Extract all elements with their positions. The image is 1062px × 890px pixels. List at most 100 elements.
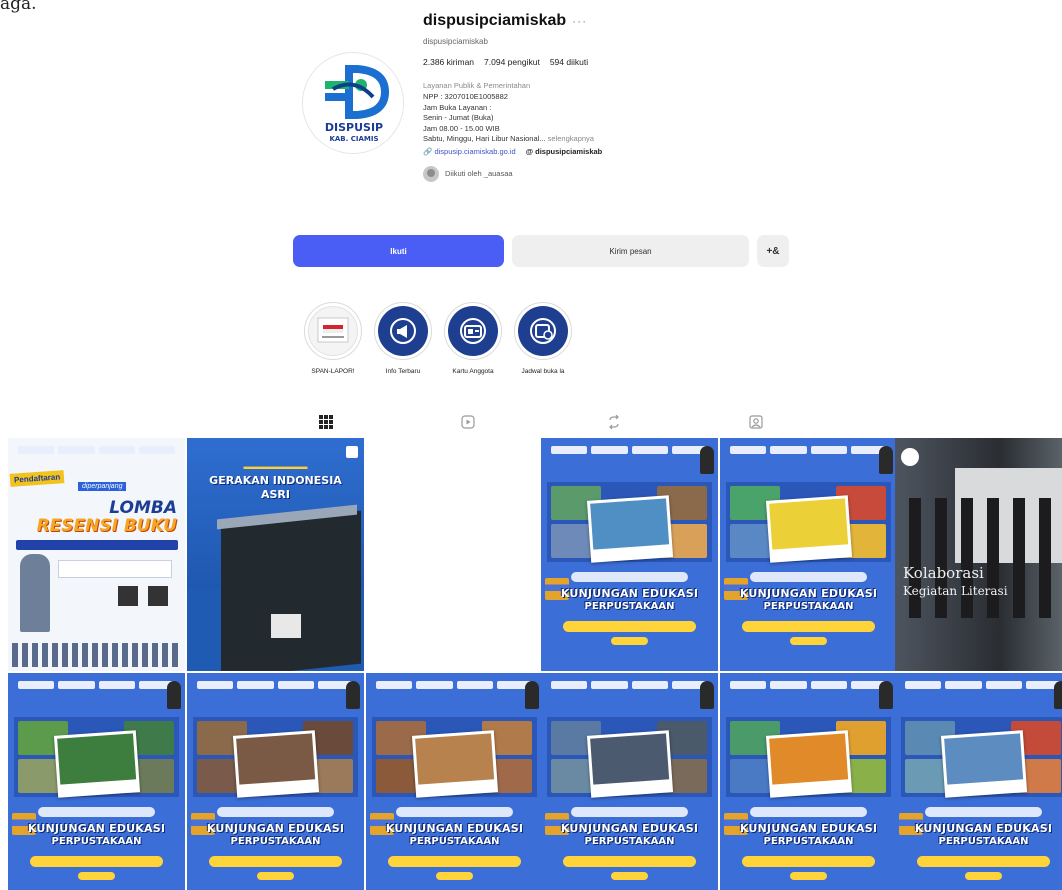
highlight-jadwal-buka[interactable]: Jadwal buka la — [510, 302, 576, 375]
kolaborasi-subtitle: Kegiatan Literasi — [903, 584, 1008, 598]
post-kunjungan[interactable]: KUNJUNGAN EDUKASI PERPUSTAKAAN — [366, 673, 543, 890]
follower-avatar — [423, 165, 439, 182]
gerakan-pre: ▬▬▬▬▬▬▬▬ — [243, 462, 308, 471]
instagram-profile-page: aga. DISPUSIP KAB. CIAMIS dispusipciamis… — [0, 0, 1062, 890]
document-flag-icon — [317, 317, 349, 343]
extended-label: diperpanjang — [78, 482, 127, 491]
profile-links: 🔗 dispusip.ciamiskab.go.id @ dispusipcia… — [423, 147, 823, 156]
post-kunjungan[interactable]: KUNJUNGAN EDUKASI PERPUSTAKAAN — [720, 673, 897, 890]
followers-count[interactable]: 7.094 pengikut — [484, 57, 540, 67]
kunjungan-title: KUNJUNGAN EDUKASI — [206, 822, 345, 835]
followed-by-text: Diikuti oleh _auasaa — [445, 169, 513, 178]
kunjungan-title: KUNJUNGAN EDUKASI — [27, 822, 166, 835]
bio-line: NPP : 3207010E1005882 — [423, 92, 508, 101]
highlight-span-lapor[interactable]: SPAN-LAPOR! — [300, 302, 366, 375]
qr-code — [148, 586, 168, 606]
perpustakaan-title: PERPUSTAKAAN — [51, 836, 142, 847]
post-kunjungan[interactable]: KUNJUNGAN EDUKASI PERPUSTAKAAN — [187, 673, 364, 890]
qr-code — [118, 586, 138, 606]
logo-subtext: KAB. CIAMIS — [329, 135, 378, 143]
kunjungan-title: KUNJUNGAN EDUKASI — [739, 587, 878, 600]
highlight-info-terbaru[interactable]: Info Terbaru — [370, 302, 436, 375]
dispusip-logo: DISPUSIP KAB. CIAMIS — [303, 53, 403, 153]
perpustakaan-title: PERPUSTAKAAN — [938, 836, 1029, 847]
perpustakaan-title: PERPUSTAKAAN — [763, 836, 854, 847]
tab-reposts[interactable] — [604, 412, 624, 432]
tab-posts[interactable] — [316, 412, 336, 432]
highlight-label: SPAN-LAPOR! — [311, 368, 355, 375]
gerakan-title: GERAKAN INDONESIA — [209, 474, 342, 487]
kunjungan-title: KUNJUNGAN EDUKASI — [560, 822, 699, 835]
profile-bio: NPP : 3207010E1005882 Jam Buka Layanan :… — [423, 92, 823, 145]
kunjungan-title: KUNJUNGAN EDUKASI — [914, 822, 1053, 835]
highlight-kartu-anggota[interactable]: Kartu Anggota — [440, 302, 506, 375]
website-link-text: dispusip.ciamiskab.go.id — [434, 146, 516, 156]
registration-label: Pendaftaran — [9, 470, 65, 487]
bio-line: Sabtu, Minggu, Hari Libur Nasional... — [423, 134, 546, 143]
kunjungan-title: KUNJUNGAN EDUKASI — [739, 822, 878, 835]
kolaborasi-title: Kolaborasi — [903, 564, 984, 582]
highlight-label: Info Terbaru — [385, 368, 421, 375]
perpustakaan-title: PERPUSTAKAAN — [409, 836, 500, 847]
member-card-icon — [460, 318, 486, 344]
profile-handle: dispusipciamiskab — [423, 37, 488, 46]
profile-username: dispusipciamiskab — [423, 12, 567, 29]
following-count[interactable]: 594 diikuti — [550, 57, 588, 67]
perpustakaan-title: PERPUSTAKAAN — [584, 601, 675, 612]
grid-icon — [319, 415, 333, 429]
collab-avatar — [901, 448, 919, 466]
threads-link[interactable]: @ dispusipciamiskab — [526, 147, 603, 156]
tab-tagged[interactable] — [746, 412, 766, 432]
profile-info: dispusipciamiskab ··· dispusipciamiskab … — [423, 10, 823, 182]
post-kunjungan[interactable]: KUNJUNGAN EDUKASI PERPUSTAKAAN — [720, 438, 897, 671]
resensi-title: RESENSI BUKU — [36, 516, 177, 536]
profile-avatar[interactable]: DISPUSIP KAB. CIAMIS — [302, 52, 404, 154]
profile-stats: 2.386 kiriman 7.094 pengikut 594 diikuti — [423, 57, 823, 67]
post-kunjungan[interactable]: KUNJUNGAN EDUKASI PERPUSTAKAAN — [541, 438, 718, 671]
logo-text: DISPUSIP — [325, 121, 383, 134]
megaphone-icon — [390, 318, 416, 344]
post-lomba-resensi[interactable]: Pendaftaran diperpanjang LOMBA RESENSI B… — [8, 438, 185, 671]
tab-reels[interactable] — [458, 412, 478, 432]
post-kolaborasi[interactable]: Kolaborasi Kegiatan Literasi — [895, 438, 1062, 671]
perpustakaan-title: PERPUSTAKAAN — [584, 836, 675, 847]
bio-line: Jam Buka Layanan : — [423, 102, 492, 112]
stray-text: aga. — [0, 0, 37, 14]
bio-more-link[interactable]: selengkapnya — [548, 134, 594, 143]
threads-icon: @ — [525, 146, 536, 156]
post-blank[interactable] — [366, 438, 543, 671]
profile-tabs — [0, 412, 1062, 438]
post-kunjungan[interactable]: KUNJUNGAN EDUKASI PERPUSTAKAAN — [8, 673, 185, 890]
bio-line: Jam 08.00 - 15.00 WIB — [423, 123, 500, 133]
perpustakaan-title: PERPUSTAKAAN — [763, 601, 854, 612]
partner-logos — [18, 446, 175, 456]
post-kunjungan[interactable]: KUNJUNGAN EDUKASI PERPUSTAKAAN — [541, 673, 718, 890]
link-icon: 🔗 — [423, 146, 435, 156]
suggest-user-button[interactable]: +& — [757, 235, 789, 267]
building-wall — [221, 510, 361, 671]
message-button[interactable]: Kirim pesan — [512, 235, 749, 267]
info-box — [58, 560, 172, 578]
highlight-label: Kartu Anggota — [452, 368, 494, 375]
follow-button[interactable]: Ikuti — [293, 235, 504, 267]
tagged-icon — [749, 415, 763, 429]
people-group — [895, 498, 1062, 618]
followed-by[interactable]: Diikuti oleh _auasaa — [423, 165, 823, 182]
book-emblem — [271, 614, 301, 638]
post-gerakan-asri[interactable]: ▬▬▬▬▬▬▬▬ GERAKAN INDONESIA ASRI — [187, 438, 364, 671]
more-options-icon[interactable]: ··· — [572, 14, 587, 28]
subtitle-bar — [16, 540, 178, 550]
threads-link-text: dispusipciamiskab — [535, 146, 603, 156]
kunjungan-title: KUNJUNGAN EDUKASI — [560, 587, 699, 600]
website-link[interactable]: 🔗 dispusip.ciamiskab.go.id — [423, 147, 516, 156]
repost-icon — [609, 415, 619, 429]
bio-line: Senin - Jumat (Buka) — [423, 113, 494, 122]
kunjungan-title: KUNJUNGAN EDUKASI — [385, 822, 524, 835]
posts-grid: Pendaftaran diperpanjang LOMBA RESENSI B… — [8, 438, 1062, 890]
post-kunjungan[interactable]: KUNJUNGAN EDUKASI PERPUSTAKAAN — [895, 673, 1062, 890]
calendar-clock-icon — [530, 318, 556, 344]
schedule-table — [12, 643, 180, 667]
official-photo — [20, 554, 50, 632]
gerakan-subtitle: ASRI — [261, 488, 290, 501]
reels-icon — [461, 415, 475, 429]
